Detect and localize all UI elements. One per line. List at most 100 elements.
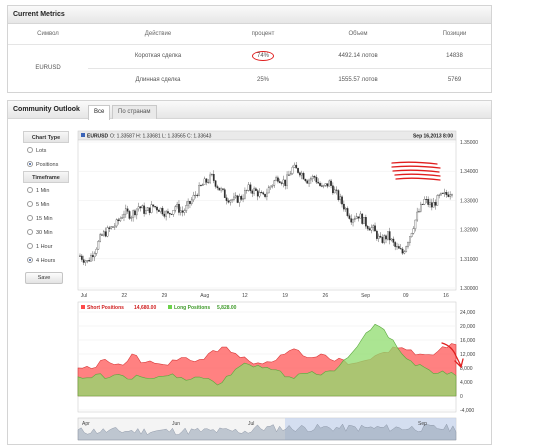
candle-body bbox=[152, 204, 155, 207]
candle-body bbox=[399, 248, 402, 250]
candle-body bbox=[137, 206, 140, 210]
price-x-tick-label: 09 bbox=[403, 293, 409, 299]
positions-y-tick-label: 12,000 bbox=[460, 352, 476, 358]
candle-body bbox=[128, 211, 131, 219]
candle-body bbox=[84, 260, 87, 263]
candle-body bbox=[260, 192, 263, 194]
positions-y-tick-label: -4,000 bbox=[460, 408, 474, 414]
candle-body bbox=[355, 216, 358, 219]
candle-body bbox=[90, 255, 92, 262]
candle-body bbox=[207, 182, 210, 184]
candle-body bbox=[418, 211, 420, 213]
candle-body bbox=[234, 195, 237, 198]
candle-body bbox=[419, 203, 422, 212]
candle-body bbox=[390, 238, 393, 241]
candle-body bbox=[211, 173, 213, 176]
candle-body bbox=[236, 195, 239, 203]
candle-body bbox=[258, 192, 261, 197]
candle-body bbox=[370, 227, 373, 231]
candle-body bbox=[123, 213, 125, 218]
candle-body bbox=[212, 173, 215, 181]
candle-body bbox=[245, 190, 248, 191]
navigator[interactable]: Apr Jun Jul Sep bbox=[77, 417, 457, 441]
candle-body bbox=[430, 202, 433, 208]
price-y-tick-label: 1.31000 bbox=[460, 257, 478, 263]
candle-body bbox=[304, 179, 307, 182]
candle-body bbox=[91, 255, 94, 258]
candle-body bbox=[348, 215, 351, 219]
candle-body bbox=[421, 203, 424, 205]
candle-body bbox=[196, 194, 199, 196]
candle-body bbox=[291, 166, 294, 174]
candle-body bbox=[341, 196, 343, 205]
candle-body bbox=[134, 210, 136, 216]
candle-body bbox=[190, 199, 193, 204]
long-legend-label: Long Positions bbox=[174, 305, 210, 311]
candle-body bbox=[398, 246, 400, 249]
candle-body bbox=[156, 206, 158, 211]
candle-body bbox=[231, 199, 233, 201]
candle-body bbox=[337, 190, 340, 201]
candle-body bbox=[372, 225, 375, 228]
candle-body bbox=[363, 217, 365, 224]
candle-body bbox=[409, 236, 411, 243]
candle-body bbox=[302, 172, 305, 180]
candle-body bbox=[388, 231, 391, 241]
candle-body bbox=[410, 233, 413, 237]
candle-body bbox=[93, 253, 96, 258]
candle-body bbox=[352, 219, 354, 223]
price-x-tick-label: Aug bbox=[200, 293, 209, 299]
candle-body bbox=[79, 255, 81, 257]
candle-body bbox=[425, 199, 428, 200]
candle-body bbox=[233, 196, 235, 200]
candle-body bbox=[238, 196, 241, 203]
candle-body bbox=[412, 228, 415, 234]
candle-body bbox=[339, 196, 342, 201]
candle-body bbox=[174, 206, 177, 211]
candle-body bbox=[376, 230, 378, 239]
price-x-tick-label: 29 bbox=[162, 293, 168, 299]
candle-body bbox=[297, 167, 299, 173]
candle-body bbox=[385, 235, 387, 240]
candle-body bbox=[441, 192, 444, 194]
candle-body bbox=[379, 235, 382, 238]
ohlc-readout: O: 1.33587 H: 1.33681 L: 1.33565 C: 1.33… bbox=[110, 134, 212, 140]
long-legend-value: 5,828.00 bbox=[217, 305, 237, 311]
candle-body bbox=[110, 226, 113, 229]
candle-body bbox=[328, 180, 331, 187]
candle-body bbox=[284, 179, 287, 186]
candle-body bbox=[392, 238, 395, 243]
candle-body bbox=[271, 185, 274, 187]
candle-body bbox=[332, 185, 334, 194]
candle-body bbox=[249, 184, 252, 192]
price-x-tick-label: 22 bbox=[121, 293, 127, 299]
candle-body bbox=[185, 205, 188, 211]
candle-body bbox=[434, 202, 437, 206]
candle-body bbox=[330, 180, 332, 186]
candle-body bbox=[407, 242, 409, 247]
candle-body bbox=[306, 180, 309, 184]
candle-body bbox=[311, 176, 314, 179]
candle-body bbox=[229, 200, 232, 203]
candle-body bbox=[194, 194, 197, 196]
candle-body bbox=[255, 188, 257, 191]
candle-body bbox=[145, 210, 147, 214]
candle-body bbox=[192, 195, 195, 201]
candle-body bbox=[365, 217, 367, 227]
candle-body bbox=[124, 208, 127, 215]
candle-body bbox=[275, 177, 277, 181]
candle-body bbox=[159, 207, 162, 212]
candle-body bbox=[113, 225, 116, 228]
candle-body bbox=[300, 172, 303, 176]
price-symbol-label: EURUSD bbox=[87, 134, 109, 140]
candle-body bbox=[288, 174, 290, 176]
candle-body bbox=[189, 201, 191, 204]
candle-body bbox=[308, 179, 310, 184]
candle-body bbox=[178, 203, 180, 213]
candle-body bbox=[264, 193, 266, 197]
candle-body bbox=[218, 187, 221, 191]
short-legend-swatch bbox=[81, 305, 85, 309]
candle-body bbox=[163, 213, 166, 217]
candle-body bbox=[148, 207, 151, 213]
candle-body bbox=[321, 185, 323, 187]
